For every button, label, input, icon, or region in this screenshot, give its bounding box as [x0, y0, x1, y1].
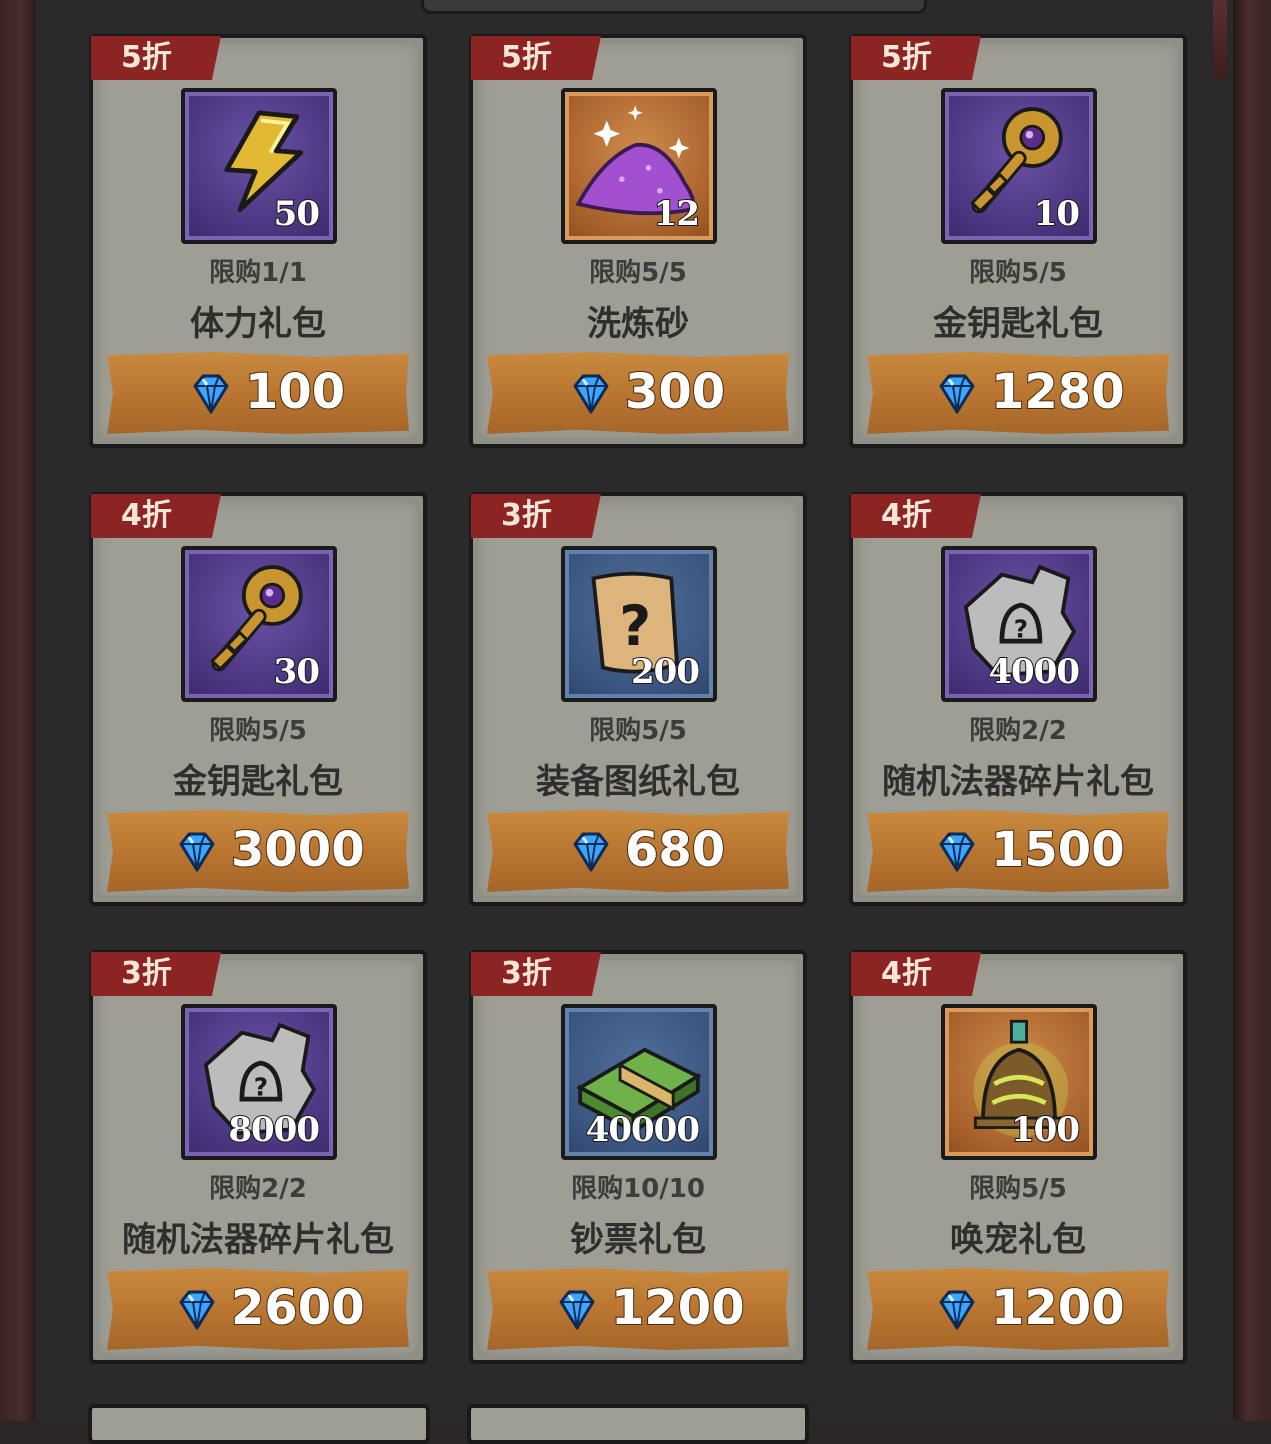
price-label: 1200 [990, 1279, 1126, 1337]
item-name: 洗炼砂 [587, 304, 689, 344]
item-name: 随机法器碎片礼包 [882, 762, 1154, 802]
shop-card[interactable]: 4折? 4000 限购2/2 随机法器碎片礼包 1500 [849, 492, 1187, 906]
item-name: 唤宠礼包 [950, 1220, 1086, 1260]
item-quantity: 12 [653, 193, 701, 235]
price-label: 1500 [990, 821, 1126, 879]
purchase-limit: 限购5/5 [969, 258, 1067, 288]
diamond-icon [933, 370, 979, 416]
discount-badge: 4折 [851, 952, 981, 996]
discount-badge: 3折 [471, 952, 601, 996]
shop-card[interactable]: 3折 40000 限购10/10 钞票礼包 1200 [469, 950, 807, 1364]
buy-button[interactable]: 3000 [107, 810, 409, 892]
item-name: 钞票礼包 [570, 1220, 706, 1260]
discount-badge: 3折 [91, 952, 221, 996]
item-icon-frame[interactable]: 30 [181, 546, 337, 702]
item-quantity: 4000 [987, 651, 1081, 693]
svg-text:?: ? [619, 594, 651, 658]
item-icon-frame[interactable]: 100 [941, 1004, 1097, 1160]
item-quantity: 8000 [227, 1109, 321, 1151]
shop-card[interactable]: 3折? 200 限购5/5 装备图纸礼包 680 [469, 492, 807, 906]
shop-card[interactable]: 5折 12 限购5/5 洗炼砂 300 [469, 34, 807, 448]
discount-badge: 3折 [471, 494, 601, 538]
top-tab-edge [421, 0, 927, 14]
item-quantity: 200 [630, 651, 701, 693]
left-frame [0, 0, 36, 1421]
buy-button[interactable]: 680 [487, 810, 789, 892]
purchase-limit: 限购5/5 [589, 716, 687, 746]
diamond-icon [173, 828, 219, 874]
shop-card[interactable]: 5折 50 限购1/1 体力礼包 100 [89, 34, 427, 448]
buy-button[interactable]: 1200 [867, 1268, 1169, 1350]
item-name: 体力礼包 [190, 304, 326, 344]
svg-text:?: ? [254, 1072, 268, 1101]
shop-card[interactable]: 5折 10 限购5/5 金钥匙礼包 1280 [849, 34, 1187, 448]
item-name: 金钥匙礼包 [173, 762, 343, 802]
price-label: 1200 [610, 1279, 746, 1337]
discount-badge: 4折 [91, 494, 221, 538]
buy-button[interactable]: 1500 [867, 810, 1169, 892]
discount-badge: 5折 [471, 36, 601, 80]
item-quantity: 10 [1033, 193, 1081, 235]
price-label: 680 [624, 821, 726, 879]
discount-badge: 4折 [851, 494, 981, 538]
shop-card-partial[interactable] [88, 1404, 430, 1444]
item-quantity: 30 [273, 651, 321, 693]
buy-button[interactable]: 100 [107, 352, 409, 434]
buy-button[interactable]: 1280 [867, 352, 1169, 434]
purchase-limit: 限购5/5 [209, 716, 307, 746]
purchase-limit: 限购2/2 [969, 716, 1067, 746]
tassel-decoration [1213, 0, 1227, 80]
diamond-icon [567, 828, 613, 874]
price-label: 1280 [990, 363, 1126, 421]
diamond-icon [567, 370, 613, 416]
buy-button[interactable]: 2600 [107, 1268, 409, 1350]
purchase-limit: 限购2/2 [209, 1174, 307, 1204]
shop-card[interactable]: 3折? 8000 限购2/2 随机法器碎片礼包 2600 [89, 950, 427, 1364]
price-label: 2600 [230, 1279, 366, 1337]
price-label: 3000 [230, 821, 366, 879]
item-icon-frame[interactable]: ? 4000 [941, 546, 1097, 702]
item-quantity: 50 [273, 193, 321, 235]
item-quantity: 100 [1010, 1109, 1081, 1151]
right-frame [1233, 0, 1271, 1421]
purchase-limit: 限购10/10 [571, 1174, 705, 1204]
price-label: 300 [624, 363, 726, 421]
diamond-icon [173, 1286, 219, 1332]
item-name: 随机法器碎片礼包 [122, 1220, 394, 1260]
purchase-limit: 限购1/1 [209, 258, 307, 288]
item-icon-frame[interactable]: 40000 [561, 1004, 717, 1160]
purchase-limit: 限购5/5 [969, 1174, 1067, 1204]
diamond-icon [933, 828, 979, 874]
svg-text:?: ? [1014, 614, 1028, 643]
item-quantity: 40000 [585, 1109, 701, 1151]
item-name: 装备图纸礼包 [536, 762, 740, 802]
item-name: 金钥匙礼包 [933, 304, 1103, 344]
buy-button[interactable]: 300 [487, 352, 789, 434]
price-label: 100 [244, 363, 346, 421]
shop-card-partial[interactable] [467, 1404, 809, 1444]
discount-badge: 5折 [91, 36, 221, 80]
diamond-icon [187, 370, 233, 416]
buy-button[interactable]: 1200 [487, 1268, 789, 1350]
purchase-limit: 限购5/5 [589, 258, 687, 288]
shop-card[interactable]: 4折 100 限购5/5 唤宠礼包 1200 [849, 950, 1187, 1364]
diamond-icon [933, 1286, 979, 1332]
diamond-icon [553, 1286, 599, 1332]
shop-card[interactable]: 4折 30 限购5/5 金钥匙礼包 3000 [89, 492, 427, 906]
item-icon-frame[interactable]: 12 [561, 88, 717, 244]
item-icon-frame[interactable]: 10 [941, 88, 1097, 244]
item-icon-frame[interactable]: 50 [181, 88, 337, 244]
item-icon-frame[interactable]: ? 200 [561, 546, 717, 702]
discount-badge: 5折 [851, 36, 981, 80]
item-icon-frame[interactable]: ? 8000 [181, 1004, 337, 1160]
